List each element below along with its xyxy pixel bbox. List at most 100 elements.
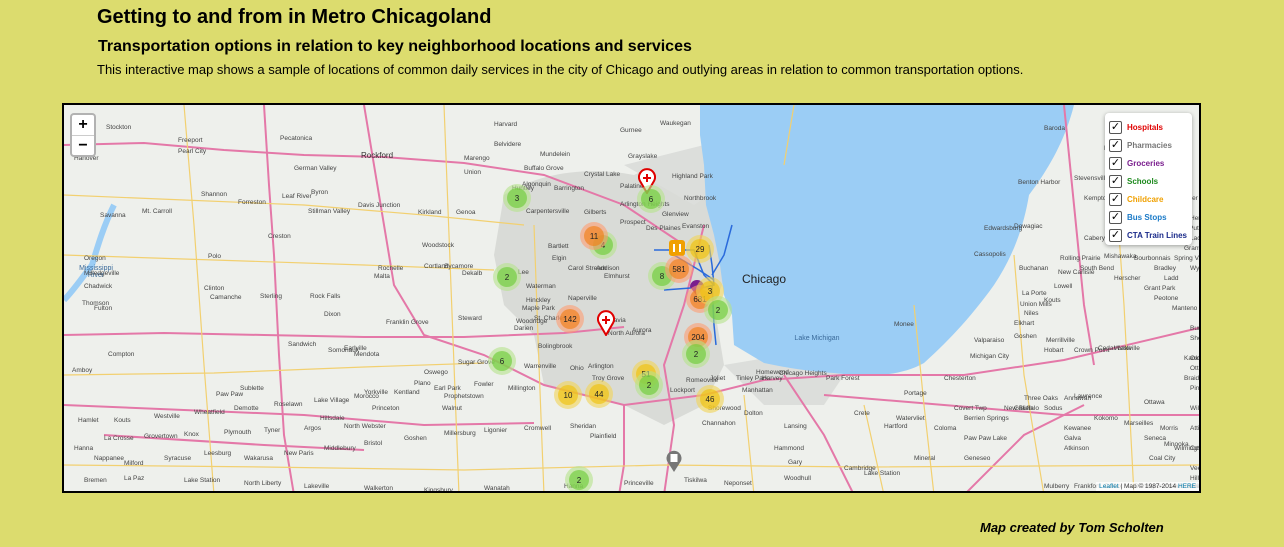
marker-cluster[interactable]: 142: [556, 305, 584, 333]
town-label: Hamlet: [78, 417, 99, 424]
town-label: Hartford: [884, 423, 908, 430]
town-label: Tyner: [264, 427, 281, 434]
zoom-in-button[interactable]: +: [72, 115, 94, 135]
town-label: Oregon: [84, 255, 106, 262]
town-label: Earl Park: [434, 385, 461, 392]
map-attribution: Leaflet | Map © 1987-2014 HERE: [1096, 482, 1199, 491]
marker-cluster[interactable]: 11: [580, 222, 608, 250]
town-label: Oswego: [424, 369, 448, 376]
marker-cluster[interactable]: 6: [637, 185, 665, 213]
layer-checkbox[interactable]: ✓: [1109, 192, 1122, 206]
town-label: Lake Village: [314, 397, 350, 404]
town-label: Grayslake: [628, 153, 658, 160]
town-label: Waterman: [526, 283, 556, 290]
town-label: Williamsport: [1190, 405, 1200, 412]
town-label: Veedersburg: [1190, 465, 1201, 472]
marker-cluster[interactable]: 2: [635, 371, 663, 399]
town-label: North Webster: [344, 423, 386, 430]
town-label: Lake Station: [184, 477, 221, 484]
town-label: Covert Twp: [954, 405, 987, 412]
town-label: North Liberty: [244, 480, 282, 487]
marker-cluster[interactable]: 581: [665, 255, 693, 283]
town-label: Freeport: [178, 137, 203, 144]
layer-control[interactable]: ✓ Hospitals ✓ Pharmacies ✓ Groceries ✓ Schools ✓…: [1105, 113, 1192, 245]
layer-checkbox[interactable]: ✓: [1109, 120, 1122, 134]
town-label: Atkinson: [1064, 445, 1089, 452]
pharmacy-marker[interactable]: [666, 449, 682, 473]
map-container[interactable]: Chicago Rockford Lake Michigan Mississip…: [62, 103, 1201, 493]
here-link[interactable]: HERE: [1178, 483, 1196, 490]
town-label: Rochelle: [378, 265, 404, 272]
town-label: Spring Valley: [1174, 255, 1199, 262]
town-label: Barrington: [554, 185, 584, 192]
town-label: Princeville: [624, 480, 654, 487]
town-label: Byron: [311, 189, 328, 196]
layer-checkbox[interactable]: ✓: [1109, 138, 1122, 152]
town-label: Prophetstown: [444, 393, 484, 400]
town-label: Kewanee: [1064, 425, 1092, 432]
town-label: Neponset: [724, 480, 752, 487]
town-label: Savanna: [100, 212, 126, 219]
town-label: Mt. Carroll: [142, 208, 172, 215]
town-label: Bureau Junction: [1190, 325, 1201, 332]
town-label: Wakarusa: [244, 455, 274, 462]
layer-checkbox[interactable]: ✓: [1109, 210, 1122, 224]
town-label: Niles: [1024, 310, 1039, 317]
marker-cluster[interactable]: 3: [503, 184, 531, 212]
map-credit: Map created by Tom Scholten: [980, 520, 1164, 535]
town-label: Bolingbrook: [538, 343, 573, 350]
town-label: Elkhart: [1014, 320, 1035, 327]
layer-toggle[interactable]: ✓ Groceries: [1109, 154, 1188, 172]
town-label: Lakeville: [304, 483, 330, 490]
town-label: Crete: [854, 410, 870, 417]
town-label: Mulberry: [1044, 483, 1070, 490]
town-label: Genoa: [456, 209, 476, 216]
town-label: Bristol: [364, 440, 383, 447]
chicago-label: Chicago: [742, 272, 787, 286]
town-label: Kirkland: [418, 209, 442, 216]
layer-toggle[interactable]: ✓ Hospitals: [1109, 118, 1188, 136]
town-label: Franklin Grove: [386, 319, 429, 326]
zoom-control[interactable]: + −: [70, 113, 96, 157]
town-label: Leesburg: [204, 450, 232, 457]
marker-cluster[interactable]: 46: [696, 385, 724, 413]
zoom-out-button[interactable]: −: [72, 135, 94, 155]
layer-checkbox[interactable]: ✓: [1109, 228, 1122, 242]
layer-toggle[interactable]: ✓ CTA Train Lines: [1109, 226, 1188, 244]
marker-cluster[interactable]: 2: [704, 296, 732, 324]
layer-label: Schools: [1127, 176, 1159, 186]
marker-cluster[interactable]: 29: [686, 235, 714, 263]
marker-cluster[interactable]: 2: [565, 466, 593, 491]
town-label: Ohio: [570, 365, 584, 372]
town-label: Herscher: [1114, 275, 1141, 282]
marker-cluster[interactable]: 6: [488, 347, 516, 375]
hospital-marker-naperville[interactable]: [597, 310, 615, 336]
town-label: Seneca: [1144, 435, 1167, 442]
town-label: Watervliet: [896, 415, 925, 422]
marker-cluster[interactable]: 2: [682, 340, 710, 368]
layer-toggle[interactable]: ✓ Pharmacies: [1109, 136, 1188, 154]
town-label: Westville: [1114, 345, 1140, 352]
layer-label: Groceries: [1127, 158, 1165, 168]
layer-checkbox[interactable]: ✓: [1109, 156, 1122, 170]
town-label: Harvard: [494, 121, 518, 128]
town-label: Benton Harbor: [1018, 179, 1061, 186]
town-label: Hanna: [74, 445, 94, 452]
town-label: Roselawn: [274, 401, 303, 408]
leaflet-link[interactable]: Leaflet: [1099, 483, 1119, 490]
town-label: Cortland: [424, 263, 449, 270]
town-label: Gurnee: [620, 127, 642, 134]
layer-checkbox[interactable]: ✓: [1109, 174, 1122, 188]
layer-label: CTA Train Lines: [1127, 230, 1188, 240]
town-label: Cromwell: [524, 425, 552, 432]
layer-toggle[interactable]: ✓ Bus Stops: [1109, 208, 1188, 226]
marker-cluster[interactable]: 44: [585, 380, 613, 408]
town-label: Sterling: [260, 293, 283, 300]
town-label: Manteno: [1172, 305, 1198, 312]
town-label: Walnut: [442, 405, 462, 412]
layer-toggle[interactable]: ✓ Childcare: [1109, 190, 1188, 208]
town-label: Clinton: [204, 285, 225, 292]
layer-toggle[interactable]: ✓ Schools: [1109, 172, 1188, 190]
marker-cluster[interactable]: 10: [554, 381, 582, 409]
marker-cluster[interactable]: 2: [493, 263, 521, 291]
